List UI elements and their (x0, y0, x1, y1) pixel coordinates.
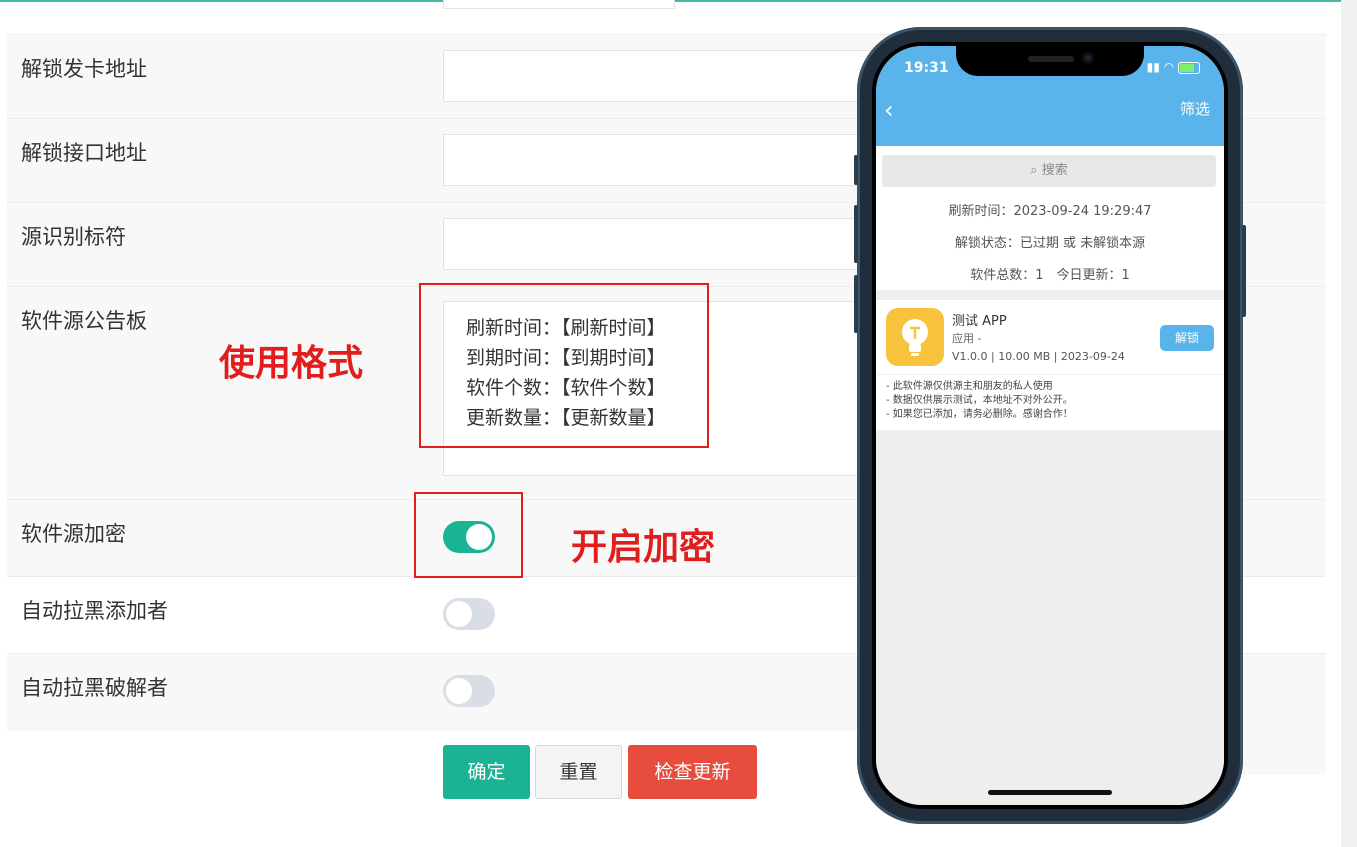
field-label: 解锁发卡地址 (21, 57, 147, 81)
previous-field-input[interactable] (443, 0, 675, 9)
search-bar: ⌕ 搜索 (876, 146, 1224, 196)
phone-screen: 19:31 ▮▮ ◠ ‹ 筛选 ⌕ 搜索 刷新时间：2023-09-24 19:… (876, 46, 1224, 805)
search-input[interactable]: ⌕ 搜索 (882, 155, 1216, 187)
top-accent-line (0, 0, 1357, 2)
field-label: 自动拉黑破解者 (21, 676, 168, 700)
wifi-icon: ◠ (1163, 60, 1175, 74)
phone-notch (956, 46, 1144, 76)
field-label: 软件源加密 (21, 522, 126, 546)
refresh-time: 刷新时间：2023-09-24 19:29:47 (948, 204, 1152, 219)
phone-side-button (854, 275, 858, 333)
field-label: 源识别标符 (21, 225, 126, 249)
source-info: 刷新时间：2023-09-24 19:29:47 解锁状态：已过期 或 未解锁本… (876, 196, 1224, 290)
note-line: - 数据仅供展示测试，本地址不对外公开。 (886, 395, 1073, 406)
note-line: - 此软件源仅供源主和朋友的私人使用 (886, 381, 1053, 392)
scrollbar-track[interactable] (1341, 0, 1357, 847)
signal-icon: ▮▮ (1146, 60, 1160, 74)
reset-button[interactable]: 重置 (535, 745, 622, 799)
app-category: 应用 - (952, 332, 982, 345)
phone-side-button (854, 155, 858, 185)
auto-block-cracker-toggle[interactable] (443, 675, 495, 707)
unlock-status: 解锁状态：已过期 或 未解锁本源 (954, 236, 1146, 251)
app-list-item[interactable]: 测试 APP 应用 - V1.0.0 | 10.00 MB | 2023-09-… (876, 300, 1224, 430)
lightbulb-icon (886, 308, 944, 366)
phone-power-button (1242, 225, 1246, 317)
toggle-knob (446, 678, 472, 704)
note-line: - 如果您已添加，请务必删除。感谢合作！ (886, 409, 1073, 420)
field-label: 软件源公告板 (21, 309, 147, 333)
unlock-api-url-input[interactable] (443, 134, 883, 186)
divider (876, 374, 1224, 375)
annotation-usage-format: 使用格式 (219, 343, 364, 384)
empty-area (876, 430, 1224, 805)
battery-icon (1178, 61, 1200, 74)
unlock-button[interactable]: 解锁 (1160, 325, 1214, 351)
phone-side-button (854, 205, 858, 263)
status-time: 19:31 (904, 60, 949, 76)
unlock-card-url-input[interactable] (443, 50, 883, 102)
field-label: 自动拉黑添加者 (21, 599, 168, 623)
search-icon: ⌕ (1030, 163, 1038, 178)
auto-block-adder-toggle[interactable] (443, 598, 495, 630)
source-notes: - 此软件源仅供源主和朋友的私人使用 - 数据仅供展示测试，本地址不对外公开。 … (886, 380, 1073, 422)
filter-button[interactable]: 筛选 (1180, 98, 1210, 119)
status-icons: ▮▮ ◠ (1147, 60, 1200, 74)
app-name: 测试 APP (952, 314, 1007, 329)
annotation-box-toggle (414, 492, 523, 578)
phone-mockup: 19:31 ▮▮ ◠ ‹ 筛选 ⌕ 搜索 刷新时间：2023-09-24 19:… (854, 27, 1246, 824)
back-arrow-icon[interactable]: ‹ (884, 96, 894, 124)
home-indicator[interactable] (988, 790, 1112, 795)
row-band (1240, 728, 1326, 775)
search-placeholder: 搜索 (1041, 163, 1068, 178)
phone-header: 19:31 ▮▮ ◠ ‹ 筛选 (876, 46, 1224, 146)
annotation-box-notice (419, 283, 709, 448)
toggle-knob (446, 601, 472, 627)
field-label: 解锁接口地址 (21, 141, 147, 165)
check-update-button[interactable]: 检查更新 (628, 745, 757, 799)
app-meta: V1.0.0 | 10.00 MB | 2023-09-24 (952, 350, 1125, 363)
source-identifier-input[interactable] (443, 218, 883, 270)
annotation-enable-encrypt: 开启加密 (571, 527, 716, 568)
confirm-button[interactable]: 确定 (443, 745, 530, 799)
app-counts: 软件总数：1 今日更新：1 (970, 268, 1130, 283)
camera (1082, 52, 1094, 64)
speaker (1028, 56, 1074, 62)
